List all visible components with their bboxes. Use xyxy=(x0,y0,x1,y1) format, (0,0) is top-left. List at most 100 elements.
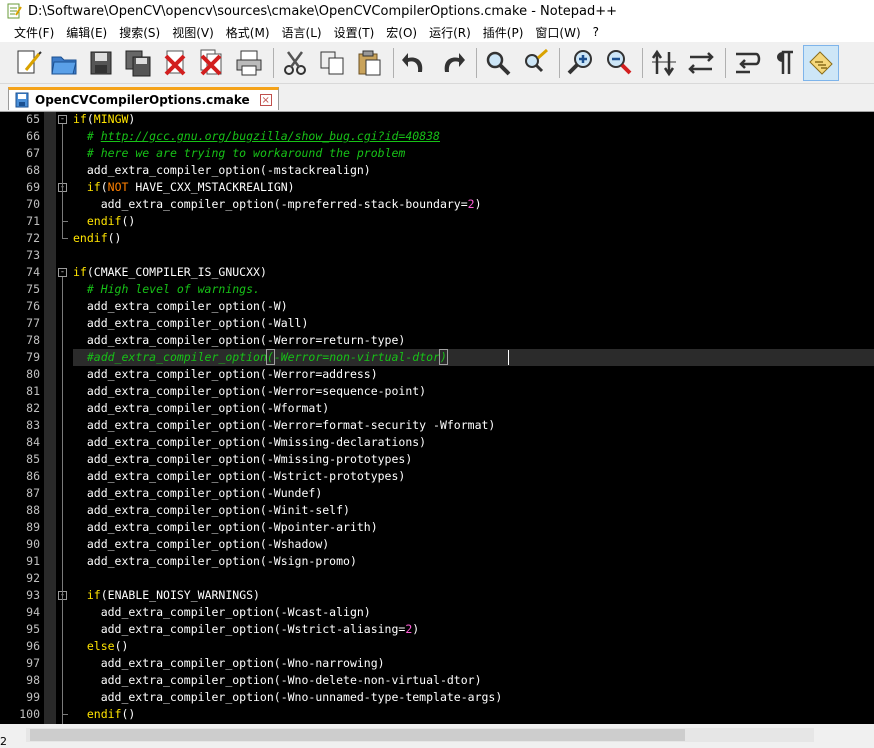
line-number: 88 xyxy=(26,503,40,517)
indent-guide-button[interactable] xyxy=(803,44,839,81)
zoom-in-icon xyxy=(567,49,592,74)
code-line[interactable]: add_extra_compiler_option(-Wno-delete-no… xyxy=(73,672,874,689)
code-line[interactable]: endif() xyxy=(73,213,874,230)
menu-item-6[interactable]: 设置(T) xyxy=(328,24,381,41)
code-line[interactable]: add_extra_compiler_option(-Wsign-promo) xyxy=(73,553,874,570)
code-line[interactable]: add_extra_compiler_option(-Wshadow) xyxy=(73,536,874,553)
show-all-characters-button[interactable] xyxy=(767,46,801,80)
code-line[interactable]: add_extra_compiler_option(-Winit-self) xyxy=(73,502,874,519)
code-line[interactable]: # here we are trying to workaround the p… xyxy=(73,145,874,162)
scrollbar-thumb[interactable] xyxy=(30,729,685,741)
code-token-number: 2 xyxy=(467,197,475,211)
menu-item-10[interactable]: 窗口(W) xyxy=(529,24,586,41)
code-token-default: add_extra_compiler_option(-Wstrict-proto… xyxy=(73,469,406,483)
code-editor[interactable]: 65 66 67 68 69 70 71 72 73 74 75 76 77 78 79 80 81 82 83 84… xyxy=(0,112,874,724)
code-line[interactable]: add_extra_compiler_option(-Wstrict-proto… xyxy=(73,468,874,485)
word-wrap-button[interactable] xyxy=(730,46,764,80)
horizontal-scrollbar[interactable] xyxy=(0,724,874,747)
menu-item-5[interactable]: 语言(L) xyxy=(276,24,328,41)
code-token-default: ( xyxy=(86,112,94,126)
code-line[interactable]: add_extra_compiler_option(-Wmissing-decl… xyxy=(73,434,874,451)
tab-close-button[interactable]: × xyxy=(259,94,272,106)
code-line[interactable]: if(ENABLE_NOISY_WARNINGS) xyxy=(73,587,874,604)
find-button[interactable] xyxy=(481,46,515,80)
code-token-keyword: endif xyxy=(86,707,122,721)
new-file-button[interactable] xyxy=(10,46,44,80)
toolbar-separator xyxy=(393,47,394,78)
menu-item-3[interactable]: 视图(V) xyxy=(166,24,220,41)
code-line[interactable]: add_extra_compiler_option(-mstackrealign… xyxy=(73,162,874,179)
code-line[interactable]: add_extra_compiler_option(-Wpointer-arit… xyxy=(73,519,874,536)
code-line[interactable]: add_extra_compiler_option(-Wno-narrowing… xyxy=(73,655,874,672)
zoom-out-icon xyxy=(607,49,632,74)
line-number: 75 xyxy=(26,282,40,296)
close-button[interactable] xyxy=(158,46,192,80)
menu-item-11[interactable]: ? xyxy=(587,25,605,39)
cut-button[interactable] xyxy=(278,46,312,80)
close-all-button[interactable] xyxy=(195,46,229,80)
code-line[interactable]: add_extra_compiler_option(-Werror=return… xyxy=(73,332,874,349)
line-number: 95 xyxy=(26,622,40,636)
zoom-out-button[interactable] xyxy=(601,46,635,80)
menu-item-1[interactable]: 编辑(E) xyxy=(60,24,113,41)
code-line[interactable]: if(MINGW) xyxy=(73,112,874,128)
code-line[interactable]: else() xyxy=(73,638,874,655)
line-number: 99 xyxy=(26,690,40,704)
code-line[interactable]: add_extra_compiler_option(-Wmissing-prot… xyxy=(73,451,874,468)
code-line[interactable]: add_extra_compiler_option(-Wcast-align) xyxy=(73,604,874,621)
menu-item-0[interactable]: 文件(F) xyxy=(0,24,60,41)
redo-button[interactable] xyxy=(435,46,469,80)
code-line[interactable]: #add_extra_compiler_option(-Werror=non-v… xyxy=(73,349,874,366)
save-all-button[interactable] xyxy=(121,46,155,80)
print-button[interactable] xyxy=(232,46,266,80)
line-number: 89 xyxy=(26,520,40,534)
line-number: 72 xyxy=(26,231,40,245)
save-button[interactable] xyxy=(84,46,118,80)
code-line[interactable]: add_extra_compiler_option(-Werror=sequen… xyxy=(73,383,874,400)
code-line[interactable]: add_extra_compiler_option(-Wformat) xyxy=(73,400,874,417)
code-line[interactable]: add_extra_compiler_option(-Wall) xyxy=(73,315,874,332)
code-line[interactable] xyxy=(73,247,874,264)
code-line[interactable]: # http://gcc.gnu.org/bugzilla/show_bug.c… xyxy=(73,128,874,145)
code-line[interactable]: # High level of warnings. xyxy=(73,281,874,298)
fold-margin[interactable] xyxy=(44,112,56,724)
menu-item-9[interactable]: 插件(P) xyxy=(477,24,530,41)
code-line[interactable]: if(NOT HAVE_CXX_MSTACKREALIGN) xyxy=(73,179,874,196)
code-line[interactable]: endif() xyxy=(73,230,874,247)
code-line[interactable]: add_extra_compiler_option(-Werror=format… xyxy=(73,417,874,434)
menu-item-8[interactable]: 运行(R) xyxy=(423,24,477,41)
open-file-button[interactable] xyxy=(47,46,81,80)
fold-end-marker xyxy=(62,714,68,715)
menu-item-7[interactable]: 宏(O) xyxy=(380,24,423,41)
line-number: 83 xyxy=(26,418,40,432)
paste-button[interactable] xyxy=(352,46,386,80)
code-token-comment: #add_extra_compiler_option xyxy=(86,350,267,364)
sync-vertical-scroll-button[interactable] xyxy=(647,46,681,80)
code-line[interactable]: add_extra_compiler_option(-Werror=addres… xyxy=(73,366,874,383)
code-line[interactable] xyxy=(73,570,874,587)
code-token-default xyxy=(73,180,87,194)
fold-toggle[interactable]: - xyxy=(58,115,67,124)
code-line[interactable]: add_extra_compiler_option(-mpreferred-st… xyxy=(73,196,874,213)
code-line[interactable]: add_extra_compiler_option(-Wstrict-alias… xyxy=(73,621,874,638)
code-line[interactable]: if(CMAKE_COMPILER_IS_GNUCXX) xyxy=(73,264,874,281)
sync-horizontal-scroll-button[interactable] xyxy=(684,46,718,80)
fold-toggle[interactable]: - xyxy=(58,268,67,277)
code-token-default: add_extra_compiler_option(-Werror=addres… xyxy=(73,367,378,381)
zoom-in-button[interactable] xyxy=(564,46,598,80)
tab-opencv-compiler-options[interactable]: OpenCVCompilerOptions.cmake × xyxy=(8,87,279,110)
code-token-keyword: MINGW xyxy=(93,112,129,126)
menu-item-2[interactable]: 搜索(S) xyxy=(113,24,166,41)
code-line[interactable]: add_extra_compiler_option(-W) xyxy=(73,298,874,315)
code-line[interactable]: add_extra_compiler_option(-Wno-unnamed-t… xyxy=(73,689,874,706)
code-line[interactable]: add_extra_compiler_option(-Wundef) xyxy=(73,485,874,502)
code-token-bracehl: ( xyxy=(265,349,275,365)
menu-item-4[interactable]: 格式(M) xyxy=(220,24,276,41)
code-token-default: add_extra_compiler_option(-Werror=format… xyxy=(73,418,496,432)
code-text-area[interactable]: if(MINGW) # http://gcc.gnu.org/bugzilla/… xyxy=(58,112,874,724)
code-line[interactable]: endif() xyxy=(73,706,874,723)
replace-button[interactable] xyxy=(518,46,552,80)
undo-button[interactable] xyxy=(398,46,432,80)
toolbar-separator xyxy=(476,47,477,78)
copy-button[interactable] xyxy=(315,46,349,80)
